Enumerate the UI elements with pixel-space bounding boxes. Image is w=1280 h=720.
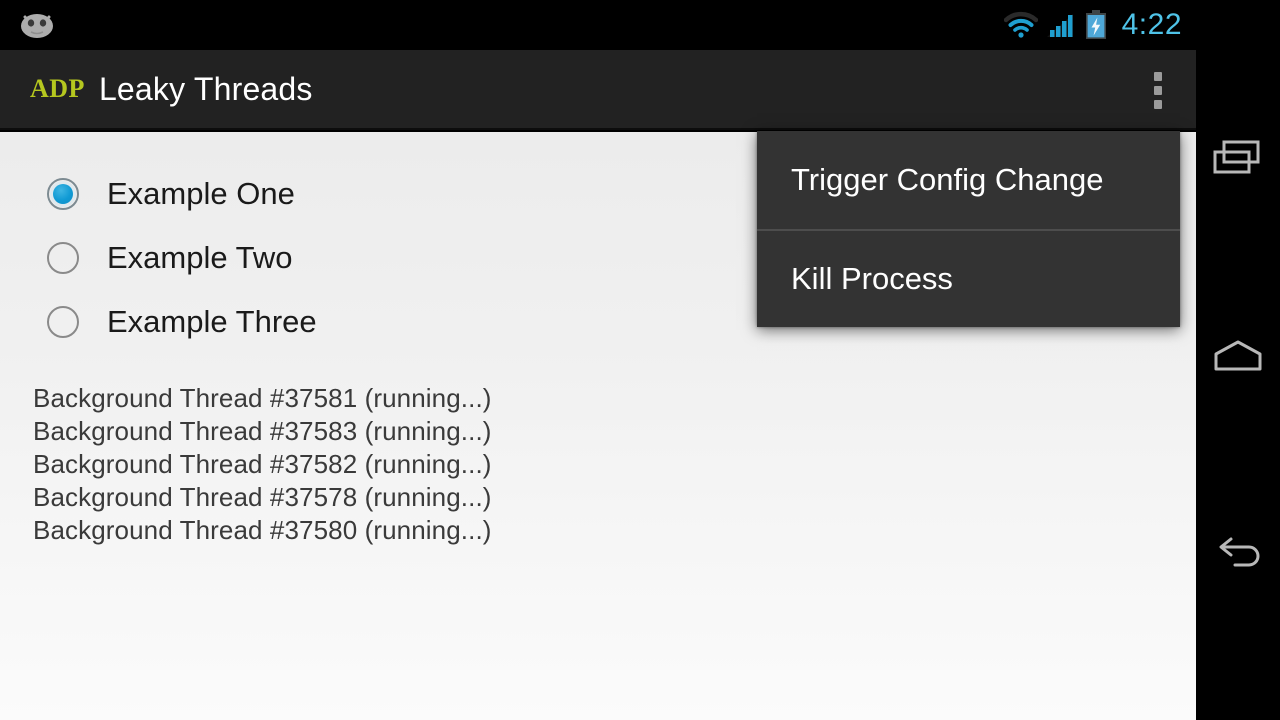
- radio-label: Example Two: [107, 240, 293, 275]
- adp-logo: ADP: [30, 74, 85, 103]
- android-screen: 4:22 ADP Leaky Threads Example One Examp…: [0, 0, 1280, 720]
- status-icons-group: 4:22: [1003, 0, 1182, 50]
- app-title: Leaky Threads: [98, 70, 313, 107]
- battery-charging-icon: [1085, 10, 1106, 39]
- status-bar-clock: 4:22: [1121, 8, 1182, 41]
- back-icon[interactable]: [1196, 510, 1280, 600]
- recents-icon[interactable]: [1196, 115, 1280, 205]
- android-mascot-icon: [21, 14, 53, 38]
- overflow-popup-menu: Trigger Config Change Kill Process: [757, 131, 1180, 327]
- list-item: Background Thread #37581 (running...): [33, 383, 492, 413]
- background-thread-list: Background Thread #37581 (running...) Ba…: [0, 382, 1196, 547]
- radio-button-icon: [46, 241, 80, 275]
- device-viewport: 4:22 ADP Leaky Threads Example One Examp…: [0, 0, 1196, 720]
- overflow-dot: [1154, 85, 1162, 95]
- cellular-signal-icon: [1046, 14, 1073, 37]
- overflow-dot: [1154, 99, 1162, 109]
- menu-item-trigger-config-change[interactable]: Trigger Config Change: [757, 131, 1180, 229]
- overflow-dot: [1154, 71, 1162, 81]
- status-bar: 4:22: [0, 0, 1196, 50]
- list-item: Background Thread #37578 (running...): [33, 482, 492, 512]
- menu-item-label: Kill Process: [791, 261, 953, 296]
- list-item: Background Thread #37582 (running...): [33, 449, 492, 479]
- menu-item-label: Trigger Config Change: [791, 162, 1104, 197]
- action-bar: ADP Leaky Threads: [0, 50, 1196, 130]
- list-item: Background Thread #37580 (running...): [33, 515, 492, 545]
- radio-button-icon: [46, 305, 80, 339]
- radio-label: Example Three: [107, 304, 317, 339]
- menu-item-kill-process[interactable]: Kill Process: [757, 229, 1180, 327]
- overflow-menu-icon[interactable]: [1120, 50, 1196, 130]
- home-icon[interactable]: [1196, 312, 1280, 402]
- radio-label: Example One: [107, 176, 295, 211]
- wifi-icon: [1003, 11, 1038, 38]
- radio-button-icon: [46, 177, 80, 211]
- system-navigation-bar: [1196, 0, 1280, 720]
- list-item: Background Thread #37583 (running...): [33, 416, 492, 446]
